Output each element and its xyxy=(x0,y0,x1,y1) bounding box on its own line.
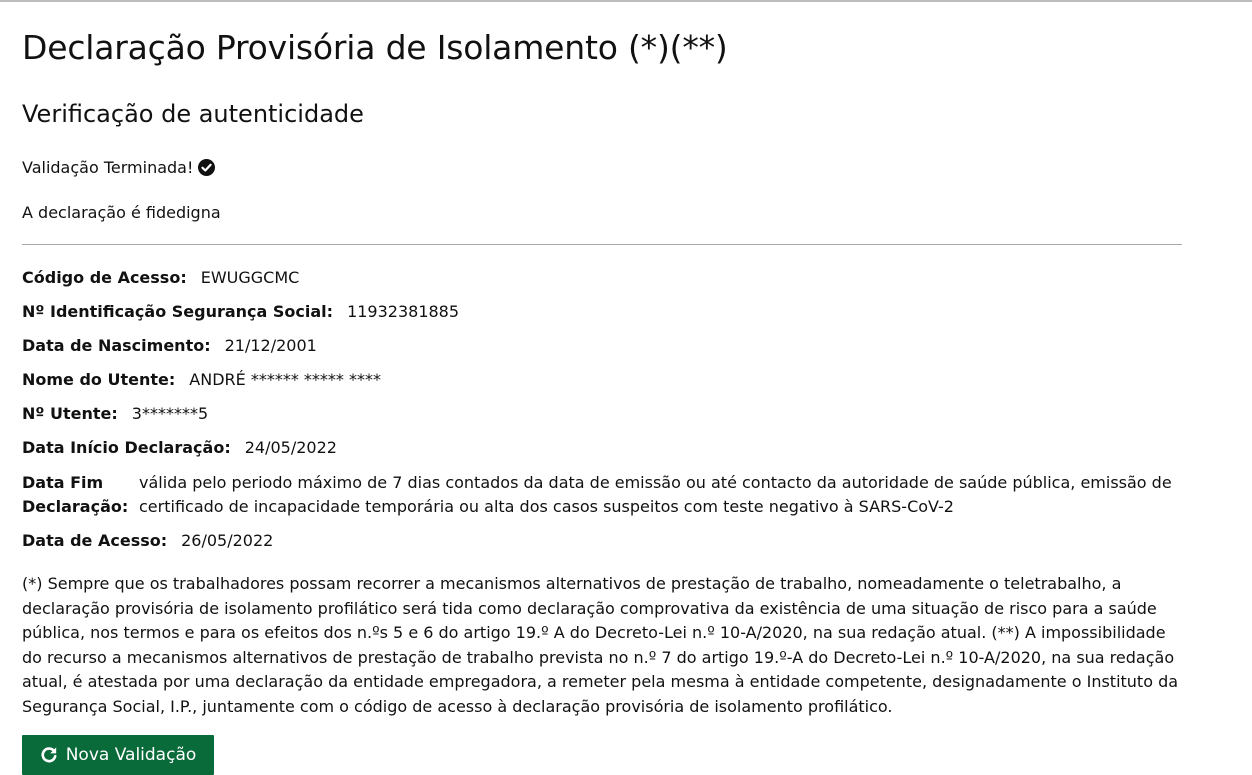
top-border xyxy=(0,0,1252,2)
field-value: 11932381885 xyxy=(347,302,460,321)
page-title: Declaração Provisória de Isolamento (*)(… xyxy=(22,28,728,67)
field-nome-utente: Nome do Utente: ANDRÉ ****** ***** **** xyxy=(22,370,381,389)
field-data-nascimento: Data de Nascimento: 21/12/2001 xyxy=(22,336,317,355)
field-codigo-acesso: Código de Acesso: EWUGGCMC xyxy=(22,268,299,287)
page-subtitle: Verificação de autenticidade xyxy=(22,100,364,128)
field-data-fim: Data Fim Declaração: válida pelo periodo… xyxy=(22,471,1182,519)
field-numero-utente: Nº Utente: 3*******5 xyxy=(22,404,208,423)
validation-result: A declaração é fidedigna xyxy=(22,203,221,222)
field-value: válida pelo periodo máximo de 7 dias con… xyxy=(139,473,1172,516)
field-label: Data de Acesso: xyxy=(22,531,168,550)
field-value: EWUGGCMC xyxy=(200,268,300,287)
divider xyxy=(22,244,1182,245)
field-label: Nº Utente: xyxy=(22,404,118,423)
field-value: 21/12/2001 xyxy=(224,336,317,355)
field-value: 24/05/2022 xyxy=(244,438,337,457)
field-value: 3*******5 xyxy=(131,404,209,423)
field-label: Nº Identificação Segurança Social: xyxy=(22,302,334,321)
field-data-inicio: Data Início Declaração: 24/05/2022 xyxy=(22,438,337,457)
validation-status: Validação Terminada! xyxy=(22,158,216,177)
field-label: Nome do Utente: xyxy=(22,370,176,389)
validation-status-text: Validação Terminada! xyxy=(22,158,194,177)
field-label: Data Início Declaração: xyxy=(22,438,231,457)
field-value: ANDRÉ ****** ***** **** xyxy=(189,370,381,389)
field-label: Data de Nascimento: xyxy=(22,336,211,355)
field-value: 26/05/2022 xyxy=(181,531,274,550)
field-niss: Nº Identificação Segurança Social: 119323… xyxy=(22,302,459,321)
legal-note: (*) Sempre que os trabalhadores possam r… xyxy=(22,574,1179,716)
nova-validacao-button[interactable]: Nova Validação xyxy=(22,735,214,775)
check-circle-icon xyxy=(198,159,216,176)
field-data-acesso: Data de Acesso: 26/05/2022 xyxy=(22,531,273,550)
nova-validacao-label: Nova Validação xyxy=(65,745,197,765)
field-label: Código de Acesso: xyxy=(22,268,187,287)
refresh-icon xyxy=(40,746,58,764)
field-label: Data Fim Declaração: xyxy=(22,473,129,516)
